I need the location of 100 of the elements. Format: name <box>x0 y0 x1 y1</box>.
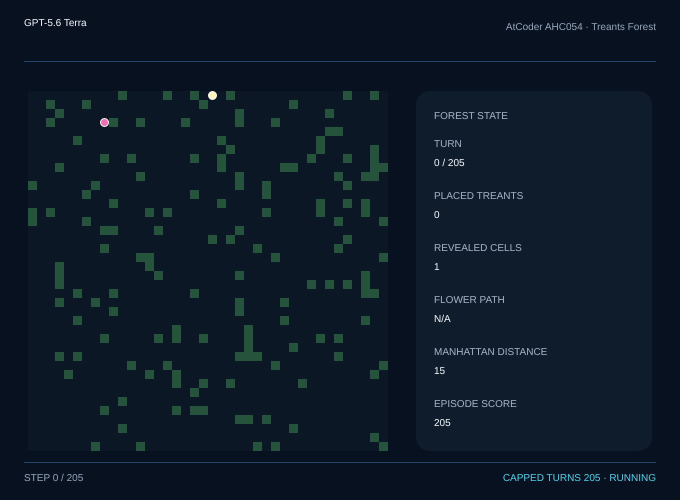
tree-cell <box>235 298 244 307</box>
tree-cell <box>334 217 343 226</box>
tree-cell <box>262 415 271 424</box>
tree-cell <box>190 190 199 199</box>
tree-cell <box>325 280 334 289</box>
tree-cell <box>91 442 100 451</box>
tree-cell <box>325 109 334 118</box>
tree-cell <box>109 307 118 316</box>
tree-cell <box>136 442 145 451</box>
tree-cell <box>109 118 118 127</box>
tree-cell <box>334 244 343 253</box>
stat-value: 15 <box>434 366 446 378</box>
tree-cell <box>343 154 352 163</box>
tree-cell <box>136 253 145 262</box>
tree-cell <box>244 415 253 424</box>
tree-cell <box>145 262 154 271</box>
tree-cell <box>316 199 325 208</box>
tree-cell <box>334 334 343 343</box>
tree-cell <box>100 406 109 415</box>
tree-cell <box>172 379 181 388</box>
tree-cell <box>73 316 82 325</box>
tree-cell <box>316 208 325 217</box>
tree-cell <box>343 181 352 190</box>
tree-cell <box>235 307 244 316</box>
stat-value: 0 / 205 <box>434 158 465 170</box>
tree-cell <box>370 433 379 442</box>
tree-cell <box>235 109 244 118</box>
tree-cell <box>73 352 82 361</box>
tree-cell <box>361 208 370 217</box>
tree-cell <box>91 181 100 190</box>
stat-value: N/A <box>434 314 451 326</box>
tree-cell <box>361 172 370 181</box>
tree-cell <box>280 316 289 325</box>
tree-cell <box>199 334 208 343</box>
tree-cell <box>271 442 280 451</box>
tree-cell <box>163 208 172 217</box>
tree-cell <box>100 334 109 343</box>
tree-cell <box>262 190 271 199</box>
step-counter: STEP 0 / 205 <box>24 473 84 484</box>
tree-cell <box>361 199 370 208</box>
tree-cell <box>136 172 145 181</box>
tree-cell <box>190 406 199 415</box>
tree-cell <box>55 280 64 289</box>
stat-label: EPISODE SCORE <box>434 399 517 411</box>
tree-cell <box>379 217 388 226</box>
panel-title: FOREST STATE <box>434 111 509 123</box>
tree-cell <box>73 136 82 145</box>
tree-cell <box>55 262 64 271</box>
tree-cell <box>217 163 226 172</box>
tree-cell <box>289 163 298 172</box>
tree-cell <box>46 208 55 217</box>
tree-cell <box>109 199 118 208</box>
tree-cell <box>235 118 244 127</box>
tree-cell <box>217 136 226 145</box>
tree-cell <box>118 397 127 406</box>
tree-cell <box>154 226 163 235</box>
tree-cell <box>334 127 343 136</box>
tree-cell <box>100 244 109 253</box>
stat-label: PLACED TREANTS <box>434 191 524 203</box>
tree-cell <box>307 154 316 163</box>
tree-cell <box>289 100 298 109</box>
tree-cell <box>316 136 325 145</box>
tree-cell <box>379 361 388 370</box>
app-title: GPT-5.6 Terra <box>24 18 87 30</box>
tree-cell <box>172 334 181 343</box>
tree-cell <box>226 145 235 154</box>
tree-cell <box>289 343 298 352</box>
tree-cell <box>370 145 379 154</box>
tree-cell <box>100 154 109 163</box>
tree-cell <box>145 208 154 217</box>
tree-cell <box>55 298 64 307</box>
tree-cell <box>370 370 379 379</box>
tree-cell <box>253 352 262 361</box>
stat-label: TURN <box>434 139 462 151</box>
tree-cell <box>316 145 325 154</box>
tree-cell <box>118 424 127 433</box>
tree-cell <box>235 352 244 361</box>
tree-cell <box>235 172 244 181</box>
tree-cell <box>226 91 235 100</box>
tree-cell <box>46 100 55 109</box>
tree-cell <box>262 181 271 190</box>
tree-cell <box>370 289 379 298</box>
tree-cell <box>109 226 118 235</box>
tree-cell <box>172 370 181 379</box>
tree-cell <box>226 379 235 388</box>
tree-cell <box>181 118 190 127</box>
tree-cell <box>370 91 379 100</box>
tree-cell <box>172 406 181 415</box>
tree-cell <box>28 208 37 217</box>
stat-label: MANHATTAN DISTANCE <box>434 347 548 359</box>
tree-cell <box>271 118 280 127</box>
tree-cell <box>289 424 298 433</box>
tree-cell <box>118 91 127 100</box>
tree-cell <box>199 406 208 415</box>
tree-cell <box>190 388 199 397</box>
tree-cell <box>316 334 325 343</box>
tree-cell <box>217 199 226 208</box>
tree-cell <box>343 235 352 244</box>
tree-cell <box>190 91 199 100</box>
tree-cell <box>271 361 280 370</box>
